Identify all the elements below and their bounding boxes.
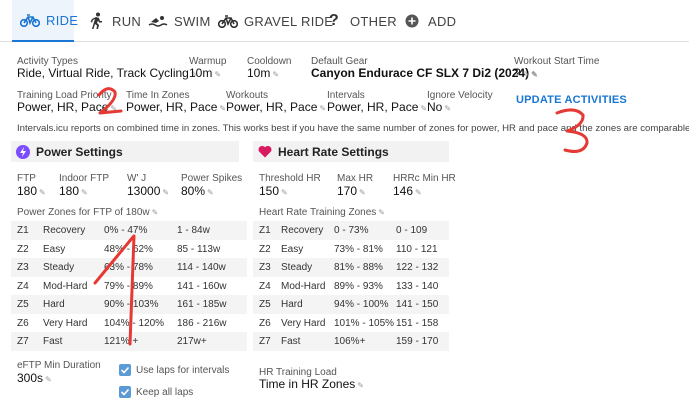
power-zones-table: Z1 Recovery 0% - 47% 1 - 84w Z2 Easy 48% - 62… xyxy=(11,221,247,351)
swimmer-icon xyxy=(148,11,168,31)
edit-icon: ✎ xyxy=(357,381,364,390)
hrrc-min-hr-field[interactable]: 146 ✎ xyxy=(393,184,422,198)
tab-label: ADD xyxy=(428,13,457,29)
keep-all-laps-label: Keep all laps xyxy=(136,387,194,398)
edit-icon: ✎ xyxy=(272,70,280,79)
power-spikes-label: Power Spikes xyxy=(181,173,243,184)
tab-add[interactable]: ADD xyxy=(402,0,456,42)
edit-icon: ✎ xyxy=(415,188,422,197)
tab-label: SWIM xyxy=(174,13,211,29)
zones-note: Intervals.icu reports on combined time i… xyxy=(17,123,689,134)
max-hr-label: Max HR xyxy=(337,173,374,184)
edit-icon: ✎ xyxy=(214,70,222,79)
tab-swim[interactable]: SWIM xyxy=(148,0,211,42)
power-spikes-field[interactable]: 80% ✎ xyxy=(181,184,214,198)
ignore-velocity-field[interactable]: No ✎ xyxy=(427,100,451,114)
eftp-min-duration-field[interactable]: 300s ✎ xyxy=(17,371,52,385)
table-row: Z1 Recovery 0% - 47% 1 - 84w xyxy=(11,221,247,240)
edit-icon: ✎ xyxy=(522,70,530,79)
table-row: Z5 Hard 90% - 103% 161 - 185w xyxy=(11,295,247,314)
table-row: Z7 Fast 106%+ 159 - 170 xyxy=(253,332,449,351)
edit-icon: ✎ xyxy=(444,104,452,113)
keep-all-laps-checkbox[interactable] xyxy=(119,386,131,398)
table-row: Z2 Easy 48% - 62% 85 - 113w xyxy=(17,243,221,255)
question-icon: ? xyxy=(328,12,340,29)
check-icon xyxy=(120,388,130,396)
hr-zones-table: Z1 Recovery 0 - 73% 0 - 109 Z2 Easy 73% - 81%… xyxy=(253,221,449,351)
threshold-hr-field[interactable]: 150 ✎ xyxy=(259,184,288,198)
tab-gravel-ride[interactable]: GRAVEL RIDE xyxy=(218,0,333,42)
heart-rate-settings-title: Heart Rate Settings xyxy=(278,144,389,159)
use-laps-checkbox[interactable] xyxy=(119,364,131,376)
time-in-zones-field[interactable]: Power, HR, Pace ✎ xyxy=(126,100,226,114)
lightning-icon xyxy=(16,144,30,159)
use-laps-label: Use laps for intervals xyxy=(136,365,230,376)
plus-icon xyxy=(402,11,422,31)
tab-label: GRAVEL RIDE xyxy=(244,13,334,29)
eftp-min-duration-label: eFTP Min Duration xyxy=(17,360,101,371)
edit-icon: ✎ xyxy=(319,104,327,113)
power-zones-title[interactable]: Power Zones for FTP of 180w ✎ xyxy=(17,207,159,218)
table-row: Z4 Mod-Hard 89% - 93% 133 - 140 xyxy=(259,280,439,292)
intervals-field[interactable]: Power, HR, Pace ✎ xyxy=(327,100,427,114)
edit-icon: ✎ xyxy=(359,188,366,197)
tab-other[interactable]: ? OTHER xyxy=(324,0,397,42)
indoor-ftp-label: Indoor FTP xyxy=(59,173,110,184)
max-hr-field[interactable]: 170 ✎ xyxy=(337,184,366,198)
power-settings-header: Power Settings xyxy=(11,141,239,162)
edit-icon: ✎ xyxy=(281,188,288,197)
table-row: Z4 Mod-Hard 79% - 89% 141 - 160w xyxy=(17,280,227,292)
tab-label: RUN xyxy=(112,13,142,29)
tab-label: RIDE xyxy=(46,12,79,28)
cooldown-field[interactable]: 10m ✎ xyxy=(247,66,279,80)
runner-icon xyxy=(86,11,106,31)
power-settings-title: Power Settings xyxy=(36,144,123,159)
tab-label: OTHER xyxy=(350,13,397,29)
training-load-priority-field[interactable]: Power, HR, Pace ✎ xyxy=(17,100,117,114)
edit-icon: ✎ xyxy=(151,208,159,217)
workouts-field[interactable]: Power, HR, Pace ✎ xyxy=(226,100,326,114)
table-row: Z7 Fast 121% +217w+ xyxy=(11,332,247,351)
hr-zones-title[interactable]: Heart Rate Training Zones ✎ xyxy=(259,207,385,218)
edit-icon: ✎ xyxy=(207,188,214,197)
tab-ride[interactable]: RIDE xyxy=(12,0,78,42)
edit-icon: ✎ xyxy=(81,188,88,197)
ftp-label: FTP xyxy=(17,173,36,184)
workout-start-time-field[interactable]: ? ✎ xyxy=(514,66,530,80)
check-icon xyxy=(120,366,130,374)
indoor-ftp-field[interactable]: 180 ✎ xyxy=(59,184,88,198)
update-activities-button[interactable]: UPDATE ACTIVITIES xyxy=(516,94,627,106)
heart-rate-settings-header: Heart Rate Settings xyxy=(253,141,449,162)
table-row: Z3 Steady 63% - 78% 114 - 140w xyxy=(11,258,247,277)
table-row: Z5 Hard 94% - 100% 141 - 150 xyxy=(253,295,449,314)
activity-types-field[interactable]: Ride, Virtual Ride, Track Cycling ✎ xyxy=(17,66,198,80)
bike-icon xyxy=(218,11,238,31)
bike-icon xyxy=(20,10,40,30)
table-row: Z6 Very Hard 104% - 120% 186 - 216w xyxy=(17,317,227,329)
edit-icon: ✎ xyxy=(378,208,385,217)
wprime-field[interactable]: 13000 ✎ xyxy=(127,184,169,198)
wprime-label: W' J xyxy=(127,173,147,184)
table-row: Z1 Recovery 0 - 73% 0 - 109 xyxy=(253,221,449,240)
table-row: Z6 Very Hard 101% - 105% 151 - 158 xyxy=(259,317,439,329)
edit-icon: ✎ xyxy=(110,104,118,113)
hr-training-load-field[interactable]: Time in HR Zones ✎ xyxy=(259,377,364,391)
warmup-field[interactable]: 10m ✎ xyxy=(189,66,221,80)
table-row: Z3 Steady 81% - 88% 122 - 132 xyxy=(253,258,449,277)
ftp-field[interactable]: 180 ✎ xyxy=(17,184,46,198)
hrrc-min-hr-label: HRRc Min HR xyxy=(393,173,456,184)
sport-tabs: RIDE RUN SWIM GRAVEL RIDE ? OTHER ADD xyxy=(0,0,689,42)
tab-run[interactable]: RUN xyxy=(86,0,141,42)
heart-icon xyxy=(258,145,272,159)
threshold-hr-label: Threshold HR xyxy=(259,173,321,184)
default-gear-field[interactable]: Canyon Endurace CF SLX 7 Di2 (2024) ✎ xyxy=(311,66,538,80)
edit-icon: ✎ xyxy=(45,375,52,384)
edit-icon: ✎ xyxy=(531,70,538,79)
edit-icon: ✎ xyxy=(39,188,46,197)
table-row: Z2 Easy 73% - 81% 110 - 121 xyxy=(259,243,438,255)
edit-icon: ✎ xyxy=(162,188,170,197)
